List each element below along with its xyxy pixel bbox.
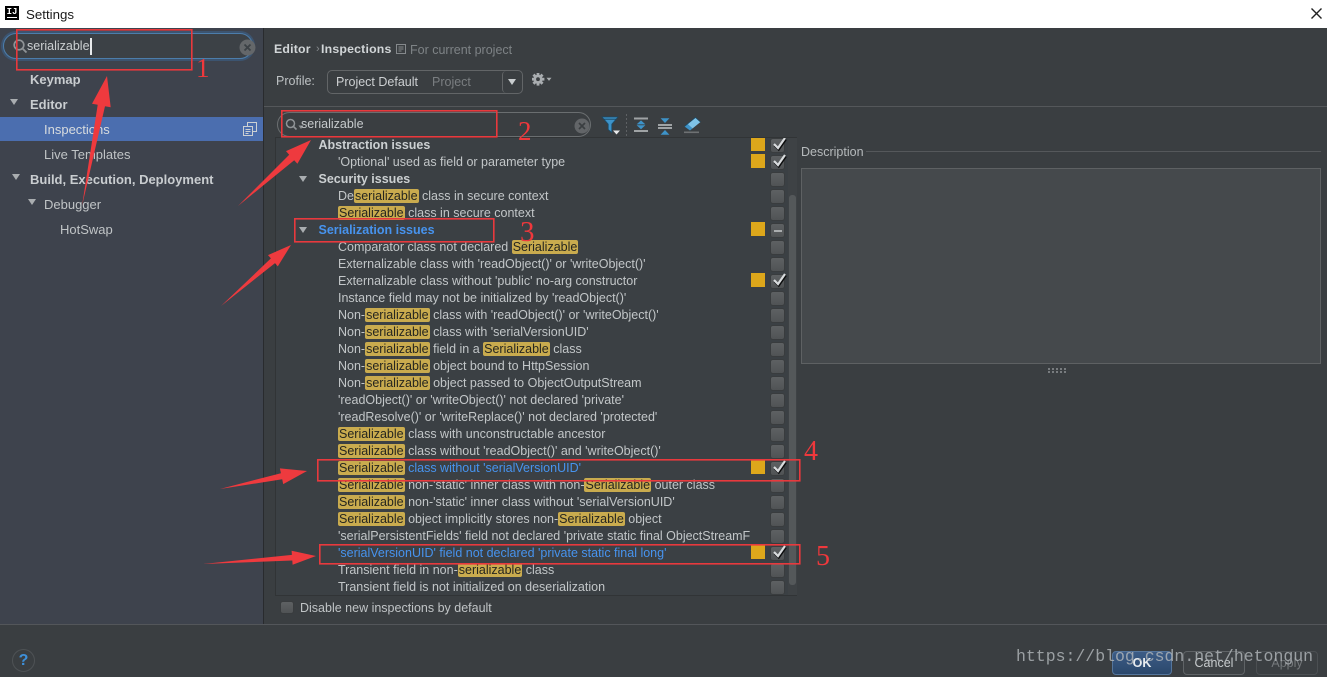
svg-text:4: 4 (804, 436, 818, 467)
svg-text:3: 3 (520, 216, 535, 248)
svg-text:2: 2 (518, 116, 532, 146)
svg-text:5: 5 (816, 541, 830, 572)
svg-text:1: 1 (196, 53, 210, 83)
